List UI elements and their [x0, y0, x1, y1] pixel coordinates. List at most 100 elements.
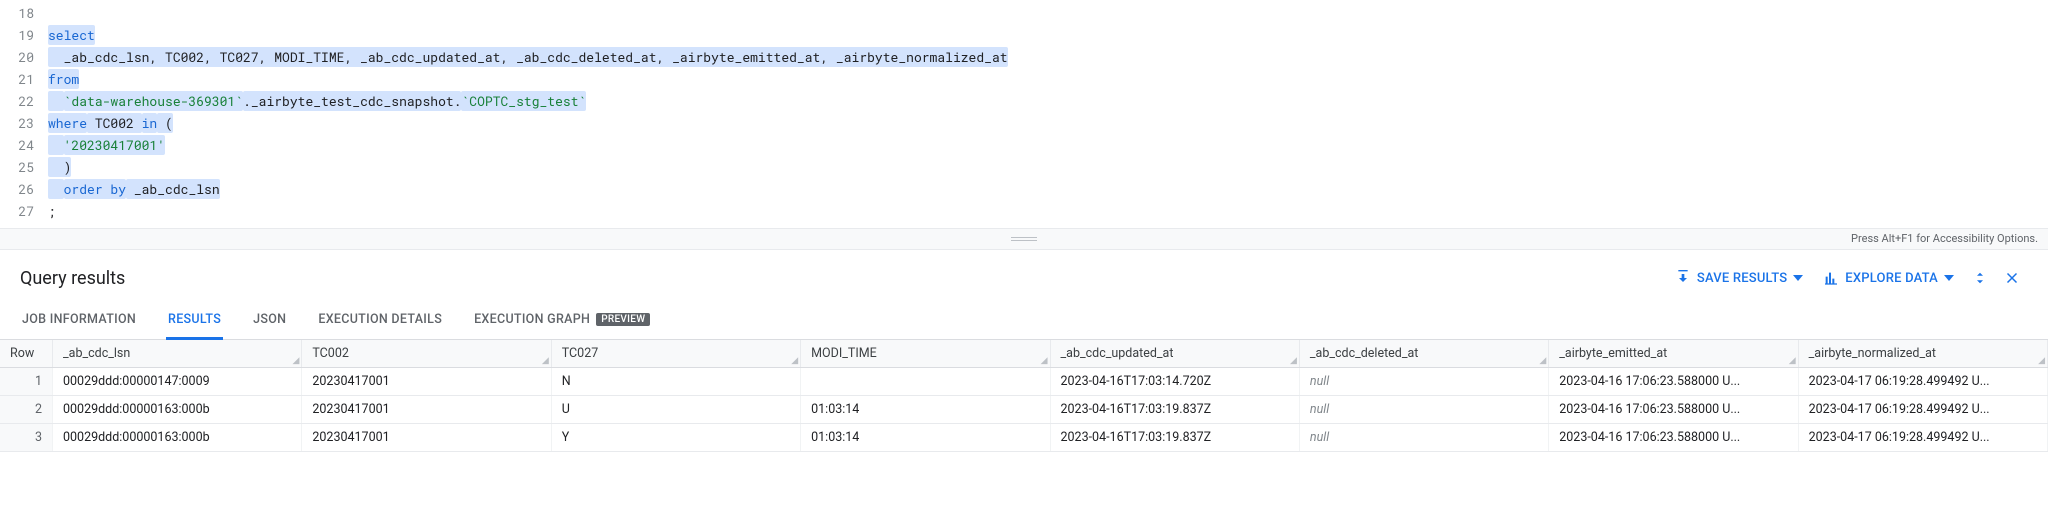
code-line[interactable]: 26 order by _ab_cdc_lsn: [0, 178, 2048, 200]
table-cell[interactable]: 2023-04-16T17:03:14.720Z: [1050, 368, 1299, 396]
code-line[interactable]: 20 _ab_cdc_lsn, TC002, TC027, MODI_TIME,…: [0, 46, 2048, 68]
tab-json[interactable]: JSON: [251, 302, 288, 340]
table-cell[interactable]: 01:03:14: [801, 424, 1050, 452]
code-line[interactable]: 25 ): [0, 156, 2048, 178]
save-results-button[interactable]: SAVE RESULTS: [1665, 270, 1813, 286]
table-row[interactable]: 100029ddd:00000147:000920230417001N 2023-…: [0, 368, 2048, 396]
results-table-wrap[interactable]: Row_ab_cdc_lsn◢TC002◢TC027◢MODI_TIME◢_ab…: [0, 340, 2048, 452]
code-token: `COPTC_stg_test`: [461, 91, 586, 111]
line-number: 21: [0, 68, 48, 90]
column-header[interactable]: TC002◢: [302, 340, 551, 368]
results-tabs: JOB INFORMATION RESULTS JSON EXECUTION D…: [0, 302, 2048, 340]
column-header[interactable]: TC027◢: [551, 340, 800, 368]
save-results-label: SAVE RESULTS: [1697, 271, 1787, 286]
table-cell[interactable]: 2023-04-16T17:03:19.837Z: [1050, 424, 1299, 452]
caret-down-icon: [1793, 273, 1803, 283]
table-cell[interactable]: 20230417001: [302, 424, 551, 452]
table-cell[interactable]: N: [551, 368, 800, 396]
table-cell[interactable]: 2023-04-17 06:19:28.499492 U...: [1798, 368, 2047, 396]
line-number: 18: [0, 2, 48, 24]
code-token: ): [48, 157, 71, 177]
table-cell[interactable]: 1: [0, 368, 53, 396]
caret-down-icon: [1944, 273, 1954, 283]
table-cell[interactable]: [801, 368, 1050, 396]
resize-handle-icon[interactable]: ◢: [791, 357, 798, 366]
table-cell[interactable]: U: [551, 396, 800, 424]
code-line[interactable]: 24 '20230417001': [0, 134, 2048, 156]
resize-handle-icon[interactable]: ◢: [1539, 357, 1546, 366]
table-cell[interactable]: 00029ddd:00000163:000b: [53, 396, 302, 424]
code-line[interactable]: 23where TC002 in (: [0, 112, 2048, 134]
table-cell[interactable]: 00029ddd:00000147:0009: [53, 368, 302, 396]
code-line[interactable]: 19select: [0, 24, 2048, 46]
table-cell[interactable]: 2023-04-17 06:19:28.499492 U...: [1798, 396, 2047, 424]
column-header[interactable]: _ab_cdc_deleted_at◢: [1299, 340, 1548, 368]
results-table: Row_ab_cdc_lsn◢TC002◢TC027◢MODI_TIME◢_ab…: [0, 340, 2048, 452]
code-token: [48, 91, 64, 111]
tab-results[interactable]: RESULTS: [166, 302, 223, 340]
code-content[interactable]: _ab_cdc_lsn, TC002, TC027, MODI_TIME, _a…: [48, 46, 1008, 68]
code-line[interactable]: 21from: [0, 68, 2048, 90]
column-header[interactable]: _ab_cdc_updated_at◢: [1050, 340, 1299, 368]
code-token: ;: [48, 202, 56, 220]
sql-editor[interactable]: 1819select20 _ab_cdc_lsn, TC002, TC027, …: [0, 0, 2048, 228]
column-header[interactable]: Row: [0, 340, 53, 368]
table-header-row: Row_ab_cdc_lsn◢TC002◢TC027◢MODI_TIME◢_ab…: [0, 340, 2048, 368]
tab-job-information[interactable]: JOB INFORMATION: [20, 302, 138, 340]
table-cell[interactable]: 20230417001: [302, 368, 551, 396]
download-icon: [1675, 270, 1691, 286]
table-cell[interactable]: 2023-04-16 17:06:23.588000 U...: [1549, 368, 1798, 396]
panel-divider[interactable]: Press Alt+F1 for Accessibility Options.: [0, 228, 2048, 250]
code-content[interactable]: order by _ab_cdc_lsn: [48, 178, 220, 200]
code-token: _ab_cdc_lsn, TC002, TC027, MODI_TIME, _a…: [48, 47, 1008, 67]
code-content[interactable]: where TC002 in (: [48, 112, 173, 134]
column-header[interactable]: _ab_cdc_lsn◢: [53, 340, 302, 368]
table-cell[interactable]: 2023-04-16 17:06:23.588000 U...: [1549, 396, 1798, 424]
code-token: TC002: [87, 113, 142, 133]
column-header[interactable]: MODI_TIME◢: [801, 340, 1050, 368]
code-token: [48, 135, 64, 155]
code-line[interactable]: 27;: [0, 200, 2048, 222]
resize-handle-icon[interactable]: ◢: [1789, 357, 1796, 366]
table-cell[interactable]: 3: [0, 424, 53, 452]
resize-handle-icon[interactable]: ◢: [292, 357, 299, 366]
code-content[interactable]: ;: [48, 200, 56, 222]
resize-handle-icon[interactable]: ◢: [542, 357, 549, 366]
table-cell[interactable]: 2023-04-16 17:06:23.588000 U...: [1549, 424, 1798, 452]
code-content[interactable]: `data-warehouse-369301`._airbyte_test_cd…: [48, 90, 586, 112]
table-cell[interactable]: Y: [551, 424, 800, 452]
resize-handle-icon[interactable]: ◢: [1041, 357, 1048, 366]
table-cell[interactable]: 00029ddd:00000163:000b: [53, 424, 302, 452]
expand-collapse-button[interactable]: [1964, 262, 1996, 294]
table-cell[interactable]: null: [1299, 396, 1548, 424]
table-cell[interactable]: 01:03:14: [801, 396, 1050, 424]
resize-handle-icon[interactable]: ◢: [2038, 357, 2045, 366]
table-cell[interactable]: null: [1299, 368, 1548, 396]
resize-handle-icon[interactable]: ◢: [1290, 357, 1297, 366]
code-token: `data-warehouse-369301`: [64, 91, 243, 111]
table-row[interactable]: 200029ddd:00000163:000b20230417001U01:03…: [0, 396, 2048, 424]
explore-data-button[interactable]: EXPLORE DATA: [1813, 270, 1964, 286]
tab-execution-graph-label: EXECUTION GRAPH: [474, 312, 590, 327]
table-cell[interactable]: 2023-04-17 06:19:28.499492 U...: [1798, 424, 2047, 452]
column-header[interactable]: _airbyte_emitted_at◢: [1549, 340, 1798, 368]
explore-data-label: EXPLORE DATA: [1845, 271, 1938, 286]
table-row[interactable]: 300029ddd:00000163:000b20230417001Y01:03…: [0, 424, 2048, 452]
table-cell[interactable]: 20230417001: [302, 396, 551, 424]
code-content[interactable]: ): [48, 156, 71, 178]
code-line[interactable]: 18: [0, 2, 2048, 24]
code-content[interactable]: '20230417001': [48, 134, 165, 156]
close-button[interactable]: [1996, 262, 2028, 294]
table-cell[interactable]: 2023-04-16T17:03:19.837Z: [1050, 396, 1299, 424]
code-content[interactable]: select: [48, 24, 95, 46]
code-line[interactable]: 22 `data-warehouse-369301`._airbyte_test…: [0, 90, 2048, 112]
code-content[interactable]: from: [48, 68, 79, 90]
column-header[interactable]: _airbyte_normalized_at◢: [1798, 340, 2047, 368]
tab-execution-graph[interactable]: EXECUTION GRAPH PREVIEW: [472, 302, 652, 340]
table-cell[interactable]: 2: [0, 396, 53, 424]
results-header: Query results SAVE RESULTS EXPLORE DATA: [0, 250, 2048, 302]
tab-execution-details[interactable]: EXECUTION DETAILS: [316, 302, 444, 340]
unfold-icon: [1971, 269, 1989, 287]
table-cell[interactable]: null: [1299, 424, 1548, 452]
null-value: null: [1310, 402, 1329, 417]
